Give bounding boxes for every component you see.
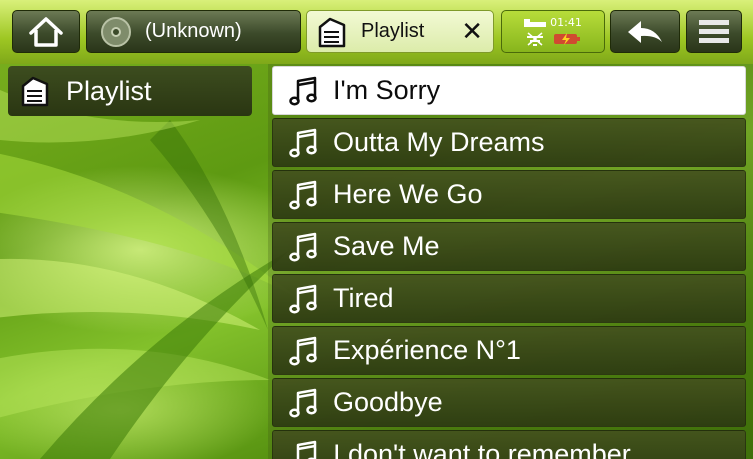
- list-item[interactable]: Tired: [272, 274, 746, 323]
- music-note-icon: [289, 76, 317, 105]
- status-area: 01:41: [501, 10, 605, 53]
- close-icon[interactable]: ✕: [461, 16, 483, 47]
- list-item[interactable]: Goodbye: [272, 378, 746, 427]
- back-arrow-icon: [628, 20, 662, 43]
- back-button[interactable]: [610, 10, 680, 53]
- tab-unknown-label: (Unknown): [145, 20, 242, 42]
- track-title: I don't want to remember: [333, 439, 631, 459]
- music-note-icon: [289, 232, 317, 261]
- left-panel-label: Playlist: [66, 75, 152, 106]
- music-note-icon: [296, 440, 317, 459]
- track-title: Save Me: [333, 231, 440, 261]
- top-bar: (Unknown) Playlist ✕ 01:41: [0, 0, 753, 64]
- home-icon: [29, 16, 63, 47]
- left-panel: Playlist: [0, 64, 260, 459]
- track-title: Expérience N°1: [333, 335, 521, 365]
- screen: (Unknown) Playlist ✕ 01:41 Playlist I'm …: [0, 0, 753, 459]
- tab-playlist[interactable]: Playlist ✕: [306, 10, 494, 53]
- track-title: Outta My Dreams: [333, 127, 545, 157]
- headphones-icon: [524, 19, 547, 27]
- track-title: Goodbye: [333, 387, 443, 417]
- track-title: I'm Sorry: [333, 75, 441, 105]
- list-item[interactable]: Expérience N°1: [272, 326, 746, 375]
- list-item[interactable]: I'm Sorry: [272, 66, 746, 115]
- tab-unknown[interactable]: (Unknown): [86, 10, 301, 53]
- music-note-icon: [289, 388, 317, 417]
- battery-charging-icon: [553, 33, 580, 46]
- music-note-icon: [289, 336, 317, 365]
- menu-button[interactable]: [686, 10, 742, 53]
- playlist-list: I'm Sorry Outta My Dreams Here We Go Sav…: [268, 64, 753, 459]
- menu-icon: [699, 19, 729, 43]
- list-item[interactable]: I don't want to remember: [272, 430, 746, 459]
- track-title: Here We Go: [333, 179, 483, 209]
- tab-playlist-label: Playlist: [361, 20, 425, 42]
- wifi-off-icon: [526, 32, 543, 47]
- playlist-icon: [21, 76, 49, 107]
- left-panel-header[interactable]: Playlist: [8, 66, 252, 116]
- home-button[interactable]: [12, 10, 80, 53]
- disc-icon: [101, 16, 131, 47]
- status-time: 01:41: [550, 15, 582, 29]
- list-item[interactable]: Outta My Dreams: [272, 118, 746, 167]
- track-title: Tired: [333, 283, 394, 313]
- playlist-icon: [318, 17, 346, 47]
- list-item[interactable]: Save Me: [272, 222, 746, 271]
- list-item[interactable]: Here We Go: [272, 170, 746, 219]
- music-note-icon: [289, 128, 317, 157]
- music-note-icon: [289, 284, 317, 313]
- music-note-icon: [289, 180, 317, 209]
